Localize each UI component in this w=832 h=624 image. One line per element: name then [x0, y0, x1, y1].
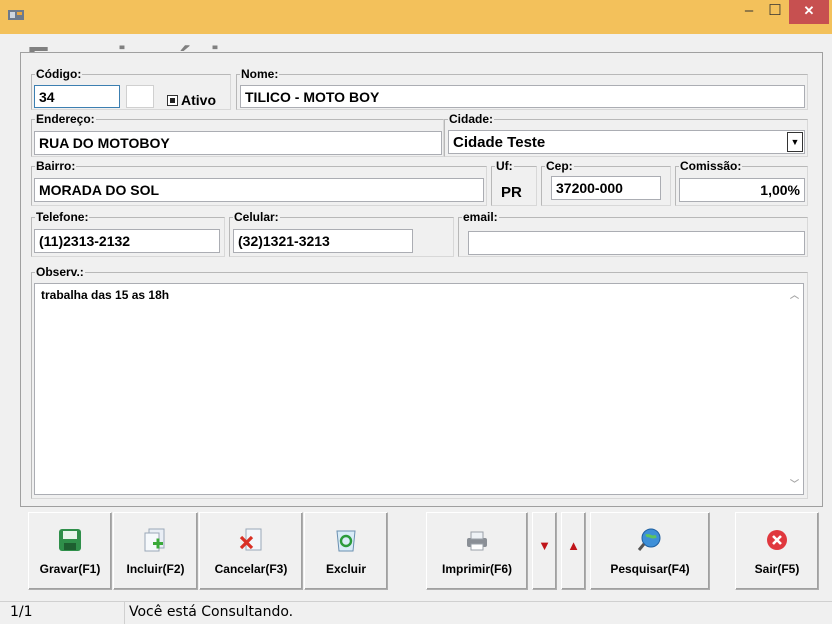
observ-label: Observ.:: [36, 265, 84, 279]
imprimir-label: Imprimir(F6): [441, 562, 512, 576]
celular-input[interactable]: (32)1321-3213: [233, 229, 413, 253]
incluir-label: Incluir(F2): [126, 562, 185, 576]
comissao-label: Comissão:: [680, 159, 742, 173]
nome-label: Nome:: [241, 67, 279, 81]
close-icon: ✕: [803, 3, 815, 18]
scroll-up-icon[interactable]: ︿: [786, 288, 803, 301]
minimize-button[interactable]: –: [736, 0, 762, 24]
recycle-bin-icon: [336, 530, 356, 552]
minimize-icon: –: [744, 2, 754, 19]
ativo-label: Ativo: [181, 92, 216, 108]
gravar-button[interactable]: Gravar(F1): [28, 512, 112, 590]
move-up-button[interactable]: ▲: [561, 512, 586, 590]
cancel-document-icon: [239, 528, 262, 551]
arrow-down-icon: ▼: [538, 538, 551, 553]
excluir-button[interactable]: Excluir: [304, 512, 388, 590]
status-divider: [124, 602, 125, 624]
pesquisar-button[interactable]: Pesquisar(F4): [590, 512, 710, 590]
magnifier-globe-icon: [637, 528, 661, 551]
cep-input[interactable]: 37200-000: [551, 176, 661, 200]
arrow-up-icon: ▲: [567, 538, 580, 553]
sair-button[interactable]: Sair(F5): [735, 512, 819, 590]
imprimir-button[interactable]: Imprimir(F6): [426, 512, 528, 590]
cancelar-label: Cancelar(F3): [214, 562, 288, 576]
celular-label: Celular:: [234, 210, 279, 224]
new-document-icon: [144, 528, 164, 552]
bairro-label: Bairro:: [36, 159, 76, 173]
codigo-input[interactable]: 34: [34, 85, 120, 108]
main-window: – ☐ ✕ Funcionário Código: 34 Ativo Nome:…: [0, 0, 832, 624]
floppy-disk-icon: [59, 529, 81, 551]
app-icon: [8, 10, 24, 20]
record-counter: 1/1: [10, 604, 33, 620]
gravar-label: Gravar(F1): [39, 562, 101, 576]
move-down-button[interactable]: ▼: [532, 512, 557, 590]
scroll-down-icon[interactable]: ﹀: [786, 477, 803, 490]
nome-input[interactable]: TILICO - MOTO BOY: [240, 85, 805, 108]
codigo-extra-box: [126, 85, 154, 108]
incluir-button[interactable]: Incluir(F2): [113, 512, 198, 590]
pesquisar-label: Pesquisar(F4): [610, 562, 690, 576]
bairro-input[interactable]: MORADA DO SOL: [34, 178, 484, 202]
email-input[interactable]: [468, 231, 805, 255]
form-panel: Código: 34 Ativo Nome: TILICO - MOTO BOY…: [20, 52, 823, 507]
ativo-checkbox[interactable]: [167, 95, 178, 106]
printer-icon: [467, 531, 487, 551]
status-message: Você está Consultando.: [129, 604, 294, 620]
email-label: email:: [463, 210, 498, 224]
maximize-icon: ☐: [768, 2, 782, 19]
comissao-input[interactable]: 1,00%: [679, 178, 805, 202]
exit-icon: [767, 530, 787, 550]
close-button[interactable]: ✕: [789, 0, 829, 24]
uf-label: Uf:: [496, 159, 513, 173]
codigo-label: Código:: [36, 67, 82, 81]
telefone-input[interactable]: (11)2313-2132: [34, 229, 220, 253]
status-bar: 1/1 Você está Consultando.: [0, 601, 832, 624]
cancelar-button[interactable]: Cancelar(F3): [199, 512, 303, 590]
observ-text: trabalha das 15 as 18h: [41, 288, 170, 302]
excluir-label: Excluir: [325, 562, 367, 576]
chevron-down-icon[interactable]: ▼: [787, 132, 803, 152]
endereco-input[interactable]: RUA DO MOTOBOY: [34, 131, 442, 155]
maximize-button[interactable]: ☐: [762, 0, 788, 24]
cidade-select[interactable]: Cidade Teste: [448, 130, 805, 154]
observ-textarea[interactable]: trabalha das 15 as 18h ︿ ﹀: [34, 283, 804, 495]
title-bar[interactable]: – ☐ ✕: [0, 0, 832, 34]
endereco-label: Endereço:: [36, 112, 95, 126]
uf-value[interactable]: PR: [501, 184, 522, 201]
sair-label: Sair(F5): [754, 562, 800, 576]
cep-label: Cep:: [546, 159, 573, 173]
cidade-label: Cidade:: [449, 112, 494, 126]
telefone-label: Telefone:: [36, 210, 89, 224]
